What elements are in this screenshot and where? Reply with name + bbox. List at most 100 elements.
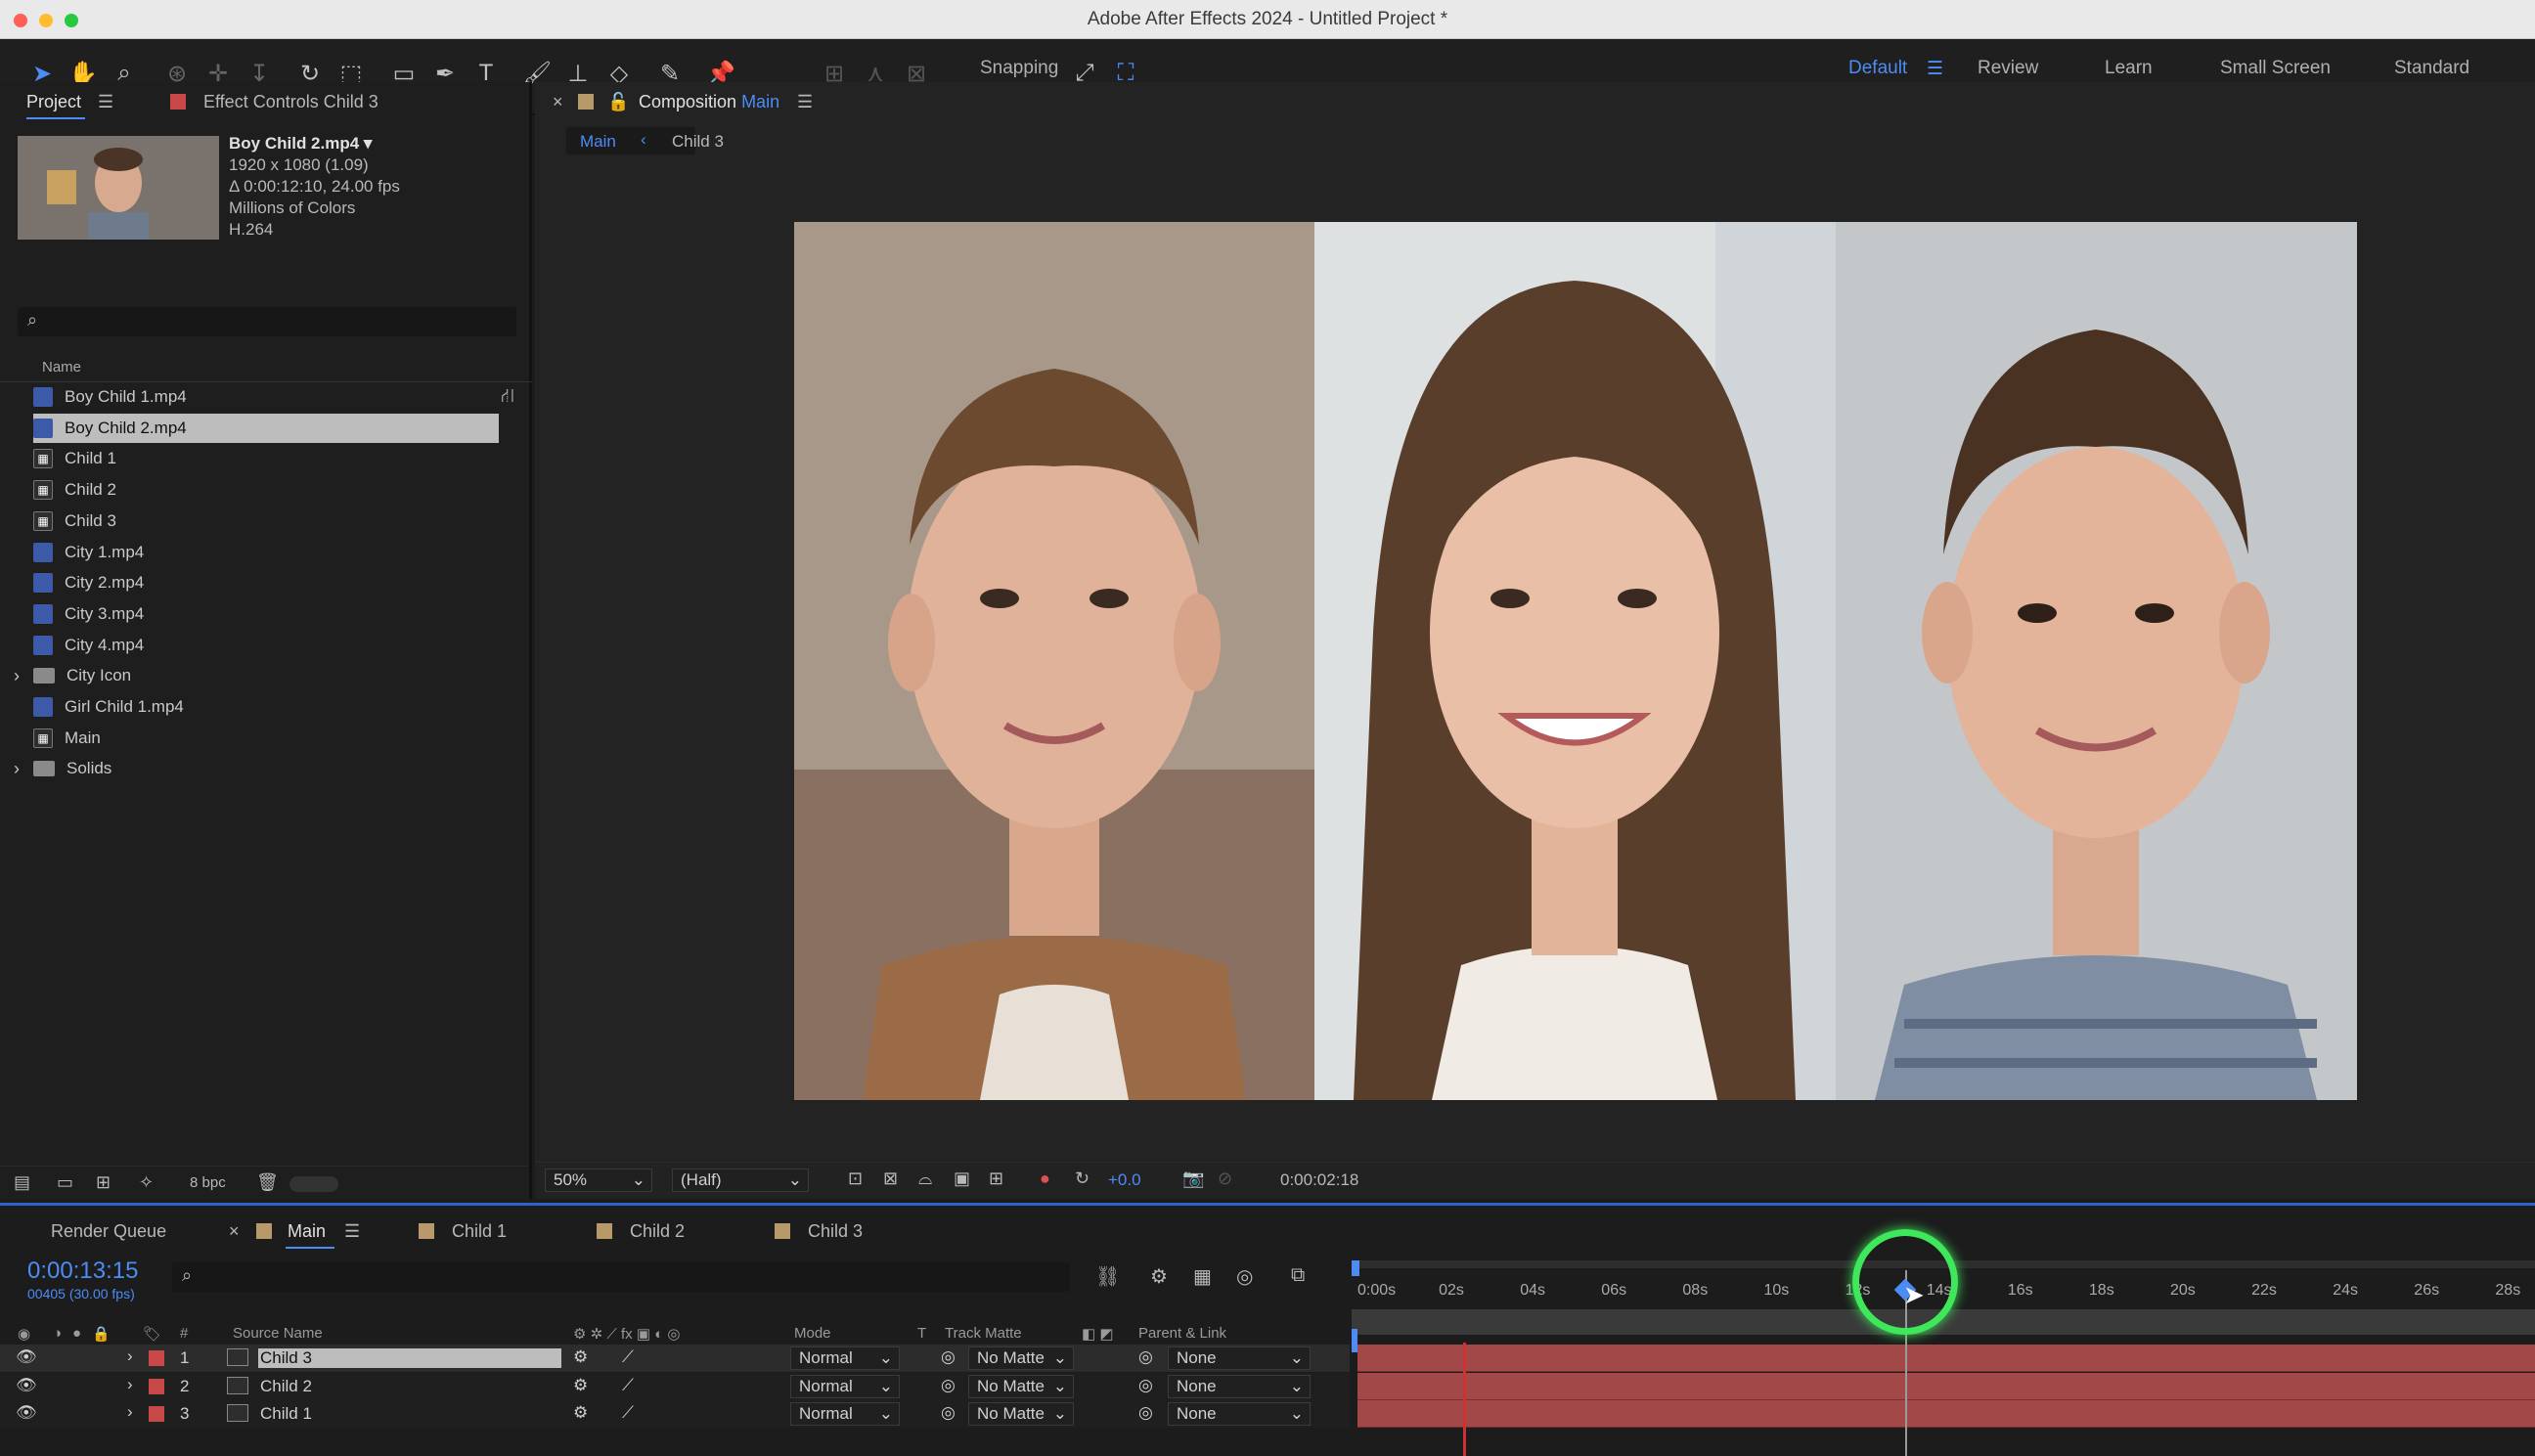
region-of-interest-icon[interactable]: ▣ bbox=[954, 1169, 970, 1189]
layer-label-color[interactable] bbox=[149, 1378, 164, 1394]
mask-visibility-icon[interactable]: ⌓ bbox=[918, 1169, 932, 1189]
project-item[interactable]: Boy Child 2.mp4 bbox=[33, 413, 499, 443]
grid-guides-icon[interactable]: ⊞ bbox=[989, 1169, 1003, 1189]
expand-chevron-icon[interactable]: › bbox=[127, 1346, 133, 1366]
timeline-menu-icon[interactable]: ☰ bbox=[344, 1221, 360, 1242]
thumbnail-toggle[interactable] bbox=[289, 1176, 338, 1192]
layer-row[interactable]: 👁 › 3 Child 1 ⚙ ⟋ Normal ⌄ ◎ No Matte ⌄ ◎ None ⌄ bbox=[0, 1400, 1350, 1428]
track-matte-pickwhip-icon[interactable]: ◎ bbox=[941, 1403, 956, 1423]
workspace-review[interactable]: Review bbox=[1978, 58, 2038, 79]
track-matte-dropdown[interactable]: No Matte ⌄ bbox=[968, 1402, 1074, 1426]
blend-mode-dropdown[interactable]: Normal ⌄ bbox=[790, 1374, 900, 1398]
track-matte-pickwhip-icon[interactable]: ◎ bbox=[941, 1376, 956, 1395]
project-item[interactable]: ▦ Child 2 bbox=[33, 475, 499, 505]
new-folder-icon[interactable]: ▭ bbox=[57, 1172, 73, 1193]
composition-flowchart-icon[interactable]: ⛓ bbox=[1095, 1264, 1120, 1289]
tab-child-2[interactable]: Child 2 bbox=[630, 1221, 685, 1242]
transparency-grid-icon[interactable]: ⊠ bbox=[883, 1169, 898, 1189]
draft-3d-icon[interactable]: ⚙ bbox=[1150, 1264, 1168, 1289]
workspace-menu-icon[interactable]: ☰ bbox=[1927, 58, 1943, 80]
graph-editor-icon[interactable]: ⧉ bbox=[1291, 1264, 1305, 1287]
channels-icon[interactable]: ● bbox=[1040, 1169, 1050, 1189]
project-item[interactable]: Girl Child 1.mp4 bbox=[33, 692, 499, 722]
close-tab-icon[interactable]: × bbox=[229, 1221, 240, 1242]
track-matte-dropdown[interactable]: No Matte ⌄ bbox=[968, 1374, 1074, 1398]
project-item[interactable]: › Solids bbox=[14, 754, 499, 783]
project-item[interactable]: Boy Child 1.mp4 bbox=[33, 382, 499, 412]
layer-row[interactable]: 👁 › 2 Child 2 ⚙ ⟋ Normal ⌄ ◎ No Matte ⌄ ◎ None ⌄ bbox=[0, 1372, 1350, 1400]
eye-icon[interactable]: 👁 bbox=[16, 1376, 37, 1395]
parent-dropdown[interactable]: None ⌄ bbox=[1168, 1402, 1311, 1426]
comp-menu-icon[interactable]: ☰ bbox=[797, 92, 813, 112]
layer-label-color[interactable] bbox=[149, 1406, 164, 1422]
source-name-header[interactable]: Source Name bbox=[233, 1325, 323, 1342]
exposure-value[interactable]: +0.0 bbox=[1108, 1170, 1141, 1190]
shy-switch-icon[interactable]: ⚙ bbox=[573, 1403, 588, 1423]
expand-chevron-icon[interactable]: › bbox=[127, 1375, 133, 1394]
layer-duration-bar[interactable] bbox=[1357, 1372, 2535, 1400]
magnification-dropdown[interactable]: 50% ⌄ bbox=[545, 1169, 652, 1192]
panel-menu-icon[interactable]: ☰ bbox=[98, 92, 113, 112]
tab-main[interactable]: Main bbox=[288, 1221, 326, 1242]
frame-blending-icon[interactable]: ▦ bbox=[1193, 1264, 1212, 1289]
tab-child-3[interactable]: Child 3 bbox=[808, 1221, 863, 1242]
name-column-header[interactable]: Name bbox=[42, 359, 81, 375]
layer-duration-bar[interactable] bbox=[1357, 1400, 2535, 1428]
parent-dropdown[interactable]: None ⌄ bbox=[1168, 1346, 1311, 1370]
current-time-display[interactable]: 0:00:13:15 bbox=[27, 1257, 138, 1285]
shy-switch-icon[interactable]: ⚙ bbox=[573, 1347, 588, 1367]
parent-pickwhip-icon[interactable]: ◎ bbox=[1138, 1376, 1153, 1395]
layer-label-color[interactable] bbox=[149, 1350, 164, 1366]
adjust-icon[interactable]: ✧ bbox=[139, 1172, 154, 1193]
trash-icon[interactable]: 🗑 bbox=[256, 1172, 279, 1193]
composition-viewer[interactable] bbox=[794, 222, 2357, 1100]
workspace-small-screen[interactable]: Small Screen bbox=[2220, 58, 2331, 79]
tab-project[interactable]: Project bbox=[26, 92, 81, 112]
project-item[interactable]: City 1.mp4 bbox=[33, 538, 499, 567]
tab-child-1[interactable]: Child 1 bbox=[452, 1221, 507, 1242]
timeline-search-input[interactable]: ⌕ bbox=[172, 1262, 1070, 1292]
project-item[interactable]: City 3.mp4 bbox=[33, 599, 499, 629]
layer-row[interactable]: 👁 › 1 Child 3 ⚙ ⟋ Normal ⌄ ◎ No Matte ⌄ ◎ None ⌄ bbox=[0, 1345, 1350, 1372]
shy-switch-icon[interactable]: ⚙ bbox=[573, 1376, 588, 1395]
eye-icon[interactable]: 👁 bbox=[16, 1347, 37, 1367]
interpret-footage-icon[interactable]: ▤ bbox=[14, 1172, 30, 1193]
motion-blur-icon[interactable]: ◎ bbox=[1236, 1264, 1253, 1289]
layer-duration-bar[interactable] bbox=[1357, 1345, 2535, 1372]
new-composition-icon[interactable]: ⊞ bbox=[96, 1172, 111, 1193]
track-matte-pickwhip-icon[interactable]: ◎ bbox=[941, 1347, 956, 1367]
workspace-standard[interactable]: Standard bbox=[2394, 58, 2469, 79]
tab-render-queue[interactable]: Render Queue bbox=[51, 1221, 166, 1242]
fast-previews-icon[interactable]: ⊡ bbox=[848, 1169, 863, 1189]
project-item[interactable]: ▦ Child 1 bbox=[33, 444, 499, 473]
quality-switch-icon[interactable]: ⟋ bbox=[622, 1347, 634, 1367]
workspace-default[interactable]: Default bbox=[1848, 58, 1907, 79]
expand-chevron-icon[interactable]: › bbox=[127, 1402, 133, 1422]
parent-pickwhip-icon[interactable]: ◎ bbox=[1138, 1403, 1153, 1423]
close-tab-icon[interactable]: × bbox=[553, 92, 563, 112]
show-snapshot-icon[interactable]: ⊘ bbox=[1218, 1169, 1232, 1189]
project-item[interactable]: › City Icon bbox=[14, 661, 499, 690]
blend-mode-dropdown[interactable]: Normal ⌄ bbox=[790, 1346, 900, 1370]
resolution-dropdown[interactable]: (Half) ⌄ bbox=[672, 1169, 809, 1192]
track-matte-dropdown[interactable]: No Matte ⌄ bbox=[968, 1346, 1074, 1370]
quality-switch-icon[interactable]: ⟋ bbox=[622, 1376, 634, 1395]
parent-dropdown[interactable]: None ⌄ bbox=[1168, 1374, 1311, 1398]
blend-mode-dropdown[interactable]: Normal ⌄ bbox=[790, 1402, 900, 1426]
project-item[interactable]: City 2.mp4 bbox=[33, 568, 499, 597]
breadcrumb-main[interactable]: Main bbox=[580, 132, 616, 152]
project-search-input[interactable]: ⌕ bbox=[18, 307, 516, 336]
viewer-timecode[interactable]: 0:00:02:18 bbox=[1280, 1170, 1358, 1190]
project-item[interactable]: ▦ Main bbox=[33, 724, 499, 753]
parent-pickwhip-icon[interactable]: ◎ bbox=[1138, 1347, 1153, 1367]
snapshot-camera-icon[interactable]: 📷 bbox=[1182, 1169, 1204, 1189]
lock-icon[interactable]: 🔓 bbox=[607, 92, 629, 112]
project-item[interactable]: City 4.mp4 bbox=[33, 631, 499, 660]
quality-switch-icon[interactable]: ⟋ bbox=[622, 1403, 634, 1423]
flowchart-icon[interactable]: ⛙ bbox=[501, 385, 514, 410]
tab-effect-controls[interactable]: Effect Controls Child 3 bbox=[203, 92, 378, 112]
expand-chevron-icon[interactable]: › bbox=[14, 666, 20, 686]
tab-composition[interactable]: Composition Main bbox=[639, 92, 779, 112]
workspace-learn[interactable]: Learn bbox=[2105, 58, 2153, 79]
bit-depth-button[interactable]: 8 bpc bbox=[190, 1174, 226, 1191]
